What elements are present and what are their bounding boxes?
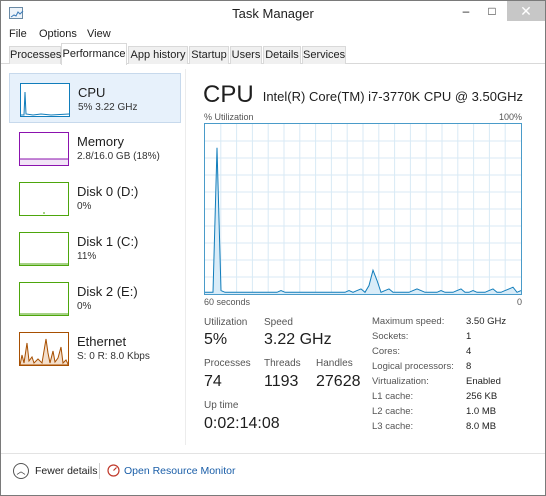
resource-list: CPU 5% 3.22 GHz Memory 2.8/16.0 GB (18%)… [9,69,181,445]
resource-name: Disk 1 (C:) [77,234,139,249]
minimize-button[interactable]: – [453,1,479,21]
page-title: CPU [203,81,254,108]
spec-label: Virtualization: [372,376,429,387]
spec-label: L3 cache: [372,421,414,432]
resource-item-cpu[interactable]: CPU 5% 3.22 GHz [9,73,181,123]
fewer-details-button[interactable]: Fewer details [35,465,97,477]
tab-details[interactable]: Details [263,46,301,64]
resource-item-disk-1[interactable]: Disk 1 (C:) 11% [9,223,181,273]
speed-label: Speed [264,317,293,328]
disk-2-thumbnail [19,282,69,316]
spec-value: 8.0 MB [466,421,497,432]
uptime-label: Up time [204,400,239,411]
utilization-max-label: 100% [498,112,522,122]
speed-value: 3.22 GHz [264,331,332,348]
spec-label: Cores: [372,346,400,357]
title-bar: Task Manager – □ ✕ [1,1,545,27]
tab-app-history[interactable]: App history [128,46,188,64]
menu-options[interactable]: Options [39,28,77,40]
resource-name: CPU [78,85,106,100]
cpu-graph-canvas [205,124,521,294]
spec-label: Maximum speed: [372,316,445,327]
resource-detail: S: 0 R: 8.0 Kbps [77,351,150,362]
panel-divider [185,69,186,445]
memory-thumbnail [19,132,69,166]
processes-label: Processes [204,358,251,369]
tab-bar: Processes Performance App history Startu… [1,43,545,65]
utilization-label: Utilization [204,317,248,328]
menu-file[interactable]: File [9,28,27,40]
close-button[interactable]: ✕ [507,1,545,21]
spec-value: 4 [466,346,472,357]
resource-item-disk-0[interactable]: Disk 0 (D:) 0% [9,173,181,223]
disk-0-thumbnail [19,182,69,216]
graph-grid [205,124,521,294]
open-resource-monitor-link[interactable]: Open Resource Monitor [124,465,235,477]
threads-value: 1193 [264,373,299,390]
threads-label: Threads [264,358,301,369]
utilization-axis-label: % Utilization [204,112,254,122]
resource-name: Disk 2 (E:) [77,284,138,299]
chevron-up-icon[interactable]: ︿ [13,463,29,479]
tab-startup[interactable]: Startup [189,46,229,64]
cpu-model: Intel(R) Core(TM) i7-3770K CPU @ 3.50GHz [262,89,523,104]
ethernet-thumbnail [19,332,69,366]
spec-label: L1 cache: [372,391,414,402]
task-manager-window: Task Manager – □ ✕ File Options View Pro… [0,0,546,496]
spec-value: Enabled [466,376,501,387]
resource-item-disk-2[interactable]: Disk 2 (E:) 0% [9,273,181,323]
tab-services[interactable]: Services [302,46,346,64]
spec-label: L2 cache: [372,406,414,417]
close-icon: ✕ [520,3,532,19]
spec-value: 1 [466,331,472,342]
spec-value: 256 KB [466,391,498,402]
spec-value: 8 [466,361,472,372]
time-axis-start: 60 seconds [204,297,251,307]
resource-detail: 0% [77,201,92,212]
spec-value: 3.50 GHz [466,316,507,327]
handles-label: Handles [316,358,353,369]
resource-name: Disk 0 (D:) [77,184,139,199]
time-axis-end: 0 [516,297,522,307]
resource-detail: 11% [77,251,97,262]
disk-1-thumbnail [19,232,69,266]
resource-item-memory[interactable]: Memory 2.8/16.0 GB (18%) [9,123,181,173]
tab-performance[interactable]: Performance [61,43,127,65]
resource-detail: 2.8/16.0 GB (18%) [77,151,160,162]
cpu-utilization-graph [204,123,522,295]
handles-value: 27628 [316,373,361,390]
spec-value: 1.0 MB [466,406,497,417]
cpu-thumbnail [20,83,70,117]
menu-bar: File Options View [1,27,545,43]
menu-view[interactable]: View [87,28,111,40]
spec-label: Sockets: [372,331,409,342]
spec-label: Logical processors: [372,361,454,372]
uptime-value: 0:02:14:08 [204,415,280,432]
resource-item-ethernet[interactable]: Ethernet S: 0 R: 8.0 Kbps [9,323,181,373]
resource-monitor-icon[interactable] [107,464,120,477]
resource-name: Ethernet [77,334,127,349]
resource-detail: 5% 3.22 GHz [78,102,138,113]
resource-detail: 0% [77,301,92,312]
tab-users[interactable]: Users [230,46,262,64]
processes-value: 74 [204,373,222,390]
resource-name: Memory [77,134,124,149]
footer-bar: ︿ Fewer details Open Resource Monitor [1,453,545,495]
utilization-value: 5% [204,331,228,348]
cpu-detail-panel: CPU Intel(R) Core(TM) i7-3770K CPU @ 3.5… [201,69,525,449]
maximize-button[interactable]: □ [479,1,505,21]
footer-separator [99,463,100,479]
tab-processes[interactable]: Processes [9,46,61,64]
